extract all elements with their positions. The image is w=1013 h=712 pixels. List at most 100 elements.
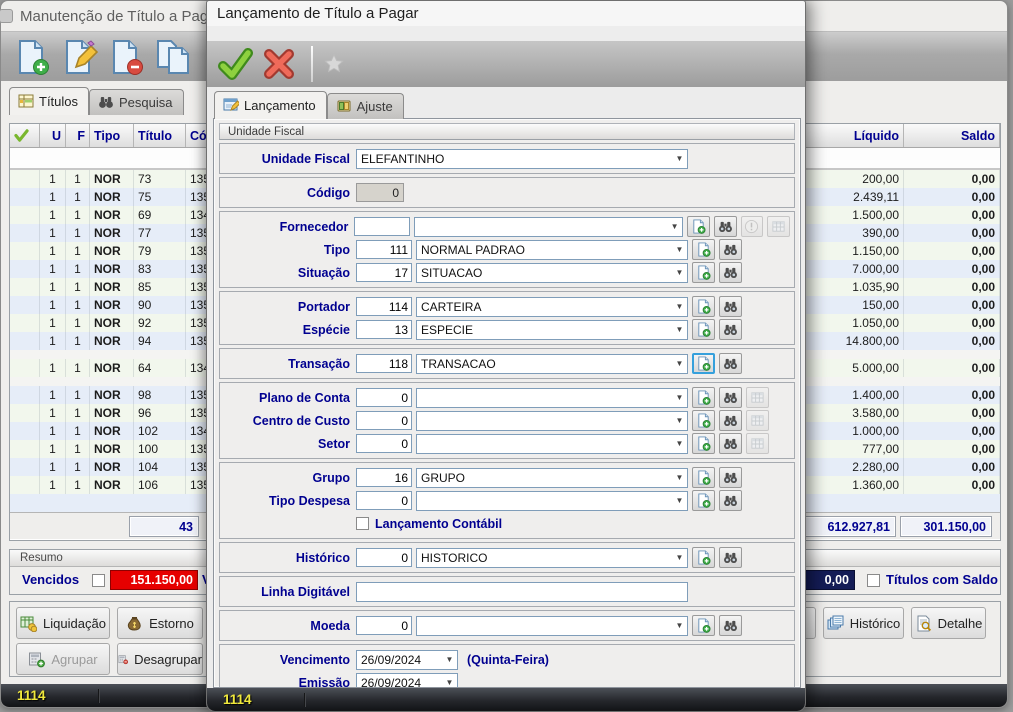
linha_digitavel-input[interactable] <box>356 582 688 602</box>
delete-record-icon[interactable] <box>107 38 145 76</box>
historico-code-input[interactable] <box>356 548 412 567</box>
setor-combo[interactable]: ▼ <box>416 434 688 454</box>
binoculars-button[interactable] <box>719 433 742 454</box>
portador-code-input[interactable] <box>356 297 412 316</box>
chevron-down-icon[interactable]: ▼ <box>672 496 687 505</box>
binoculars-button[interactable] <box>719 262 742 283</box>
binoculars-button[interactable] <box>719 296 742 317</box>
transacao-code-input[interactable] <box>356 354 412 373</box>
check-icon[interactable] <box>217 46 253 82</box>
new-doc-button[interactable] <box>692 433 715 454</box>
situacao-code-input[interactable] <box>356 263 412 282</box>
moeda-combo[interactable]: ▼ <box>416 616 688 636</box>
lancamento_contabil-checkbox[interactable] <box>356 517 369 530</box>
plano_de_conta-code-input[interactable] <box>356 388 412 407</box>
new-doc-button[interactable] <box>692 615 715 636</box>
new-doc-button[interactable] <box>692 262 715 283</box>
x-icon[interactable] <box>261 46 297 82</box>
new-doc-button[interactable] <box>692 410 715 431</box>
tab-lancamento[interactable]: Lançamento <box>214 91 327 119</box>
binoculars-button[interactable] <box>719 467 742 488</box>
chevron-down-icon[interactable]: ▼ <box>672 245 687 254</box>
table-button[interactable] <box>746 387 769 408</box>
chevron-down-icon[interactable]: ▼ <box>672 621 687 630</box>
binoculars-button[interactable] <box>719 410 742 431</box>
chevron-down-icon[interactable]: ▼ <box>672 268 687 277</box>
chevron-down-icon[interactable]: ▼ <box>672 393 687 402</box>
plano_de_conta-combo[interactable]: ▼ <box>416 388 688 408</box>
grupo-code-input[interactable] <box>356 468 412 487</box>
portador-combo[interactable]: CARTEIRA▼ <box>416 297 688 317</box>
vencidos-checkbox[interactable] <box>92 574 105 587</box>
new-doc-button[interactable] <box>692 353 715 374</box>
new-doc-button[interactable] <box>692 467 715 488</box>
dialog-titlebar[interactable]: Lançamento de Título a Pagar <box>207 1 805 26</box>
agrupar-button[interactable]: Agrupar <box>16 643 110 675</box>
centro_de_custo-combo[interactable]: ▼ <box>416 411 688 431</box>
tab-titulos[interactable]: Títulos <box>9 87 89 115</box>
chevron-down-icon[interactable]: ▼ <box>672 302 687 311</box>
chevron-down-icon[interactable]: ▼ <box>672 359 687 368</box>
table-button[interactable] <box>746 410 769 431</box>
tipo-code-input[interactable] <box>356 240 412 259</box>
historico-button[interactable]: Histórico <box>823 607 904 639</box>
chevron-down-icon[interactable]: ▼ <box>672 154 687 163</box>
header-titulo[interactable]: Título <box>134 124 186 147</box>
chevron-down-icon[interactable]: ▼ <box>672 325 687 334</box>
transacao-combo[interactable]: TRANSACAO▼ <box>416 354 688 374</box>
titulos-com-saldo-checkbox[interactable] <box>867 574 880 587</box>
table-button[interactable] <box>746 433 769 454</box>
desagrupar-button[interactable]: Desagrupar <box>117 643 203 675</box>
especie-combo[interactable]: ESPECIE▼ <box>416 320 688 340</box>
binoculars-button[interactable] <box>719 490 742 511</box>
header-u[interactable]: U <box>40 124 66 147</box>
centro_de_custo-code-input[interactable] <box>356 411 412 430</box>
fornecedor-code-input[interactable] <box>354 217 410 236</box>
binoculars-button[interactable] <box>719 319 742 340</box>
tipo-combo[interactable]: NORMAL PADRAO▼ <box>416 240 688 260</box>
header-tipo[interactable]: Tipo <box>90 124 134 147</box>
detalhe-button[interactable]: Detalhe <box>911 607 986 639</box>
binoculars-button[interactable] <box>714 216 737 237</box>
header-saldo[interactable]: Saldo <box>904 124 1000 147</box>
tab-ajuste[interactable]: Ajuste <box>327 93 404 119</box>
grupo-combo[interactable]: GRUPO▼ <box>416 468 688 488</box>
binoculars-button[interactable] <box>719 353 742 374</box>
chevron-down-icon[interactable]: ▼ <box>672 416 687 425</box>
chevron-down-icon[interactable]: ▼ <box>442 678 457 687</box>
chevron-down-icon[interactable]: ▼ <box>672 473 687 482</box>
binoculars-button[interactable] <box>719 239 742 260</box>
new-doc-button[interactable] <box>692 319 715 340</box>
copy-record-icon[interactable] <box>154 38 192 76</box>
chevron-down-icon[interactable]: ▼ <box>667 222 682 231</box>
new-doc-button[interactable] <box>692 239 715 260</box>
fornecedor-combo[interactable]: ▼ <box>414 217 683 237</box>
header-f[interactable]: F <box>66 124 90 147</box>
new-doc-button[interactable] <box>692 387 715 408</box>
unidade_fiscal-combo[interactable]: ELEFANTINHO▼ <box>356 149 688 169</box>
new-doc-button[interactable] <box>692 296 715 317</box>
chevron-down-icon[interactable]: ▼ <box>442 655 457 664</box>
situacao-combo[interactable]: SITUACAO▼ <box>416 263 688 283</box>
binoculars-button[interactable] <box>719 547 742 568</box>
liquidacao-button[interactable]: Liquidação <box>16 607 110 639</box>
binoculars-button[interactable] <box>719 615 742 636</box>
setor-code-input[interactable] <box>356 434 412 453</box>
header-sel[interactable] <box>10 124 40 147</box>
emissao-combo[interactable]: 26/09/2024▼ <box>356 673 458 689</box>
new-doc-button[interactable] <box>687 216 710 237</box>
edit-record-icon[interactable] <box>60 38 98 76</box>
moeda-code-input[interactable] <box>356 616 412 635</box>
especie-code-input[interactable] <box>356 320 412 339</box>
chevron-down-icon[interactable]: ▼ <box>672 439 687 448</box>
chevron-down-icon[interactable]: ▼ <box>672 553 687 562</box>
vencimento-combo[interactable]: 26/09/2024▼ <box>356 650 458 670</box>
info-button[interactable] <box>741 216 764 237</box>
new-record-icon[interactable] <box>13 38 51 76</box>
binoculars-button[interactable] <box>719 387 742 408</box>
new-doc-button[interactable] <box>692 490 715 511</box>
tab-pesquisa[interactable]: Pesquisa <box>89 89 183 115</box>
tipo_despesa-code-input[interactable] <box>356 491 412 510</box>
new-doc-button[interactable] <box>692 547 715 568</box>
estorno-button[interactable]: Estorno <box>117 607 203 639</box>
